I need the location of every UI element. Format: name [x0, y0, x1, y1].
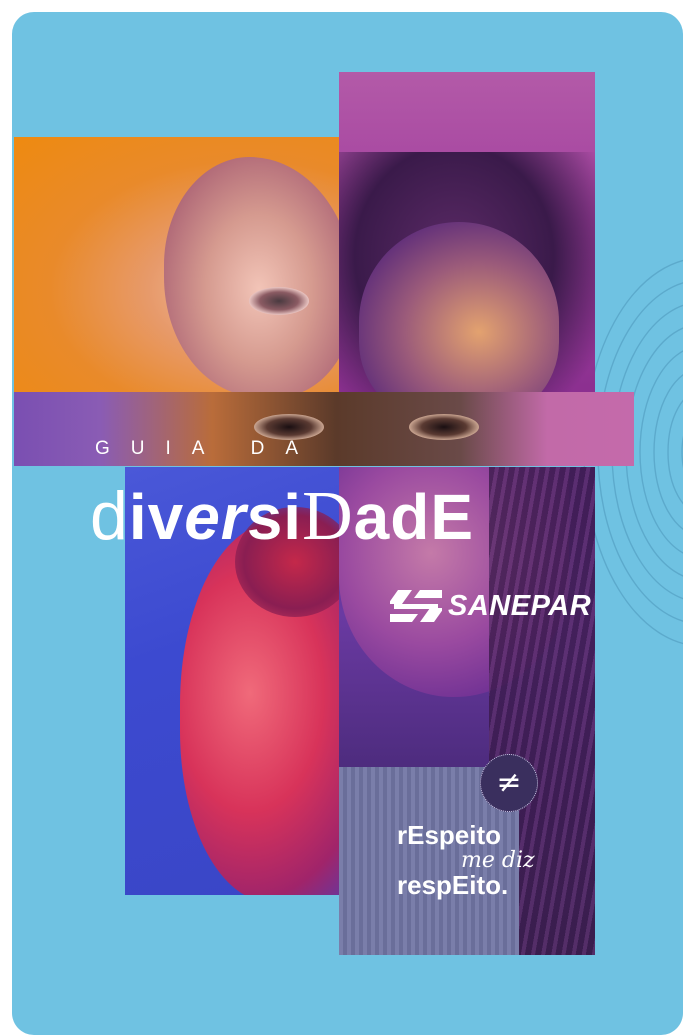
cover-card: GUIA DA diversiDadE SANEPAR ≠ rEspeito m… — [12, 12, 683, 1035]
not-equal-seal-icon: ≠ — [480, 754, 538, 812]
slogan: rEspeito me diz respEito. — [397, 820, 535, 901]
cover-title: diversiDadE — [90, 478, 475, 555]
photo-panel-older-person — [14, 137, 349, 392]
brand-name: SANEPAR — [448, 589, 592, 622]
photo-panel-woman-top — [339, 72, 595, 402]
sanepar-logo: SANEPAR — [390, 586, 591, 626]
slogan-line-3: respEito. — [397, 870, 509, 901]
slogan-line-2: me diz — [461, 848, 535, 874]
kicker-text: GUIA DA — [95, 438, 320, 459]
slogan-line-1: rEspeito — [397, 820, 502, 850]
sanepar-logo-icon — [390, 590, 442, 622]
